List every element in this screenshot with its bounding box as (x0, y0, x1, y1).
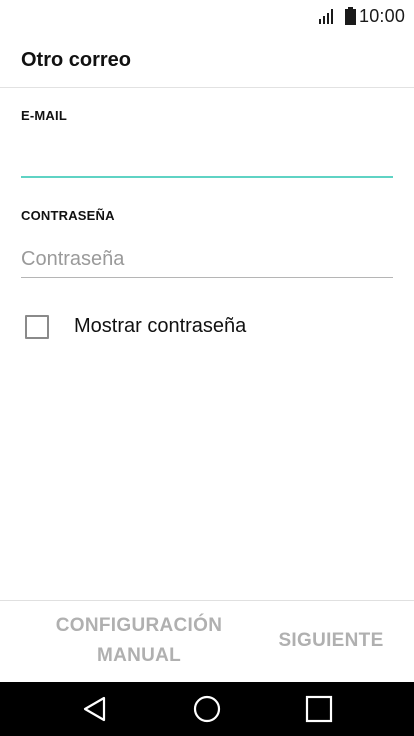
back-triangle-icon[interactable] (80, 694, 110, 724)
status-time: 10:00 (359, 6, 406, 26)
home-circle-icon[interactable] (192, 694, 222, 724)
navigation-bar (0, 682, 414, 736)
manual-setup-label-line1: CONFIGURACIÓN (55, 615, 223, 636)
app-header: Otro correo (0, 34, 414, 88)
recents-square-icon[interactable] (304, 694, 334, 724)
show-password-checkbox[interactable] (25, 315, 49, 339)
show-password-label[interactable]: Mostrar contraseña (74, 315, 246, 338)
next-button[interactable]: SIGUIENTE (262, 626, 400, 656)
page-title: Otro correo (21, 49, 132, 71)
manual-setup-button[interactable]: CONFIGURACIÓN MANUAL (34, 611, 244, 671)
email-label: E-MAIL (21, 108, 67, 123)
battery-icon (345, 7, 356, 25)
status-bar: 10:00 (0, 0, 414, 34)
bottom-action-bar: CONFIGURACIÓN MANUAL SIGUIENTE (0, 600, 414, 682)
manual-setup-label-line2: MANUAL (96, 645, 182, 666)
show-password-row[interactable]: Mostrar contraseña (21, 312, 321, 340)
password-input[interactable] (21, 241, 393, 278)
password-label: CONTRASEÑA (21, 208, 115, 223)
email-input[interactable] (21, 140, 393, 178)
signal-icon (319, 9, 333, 24)
